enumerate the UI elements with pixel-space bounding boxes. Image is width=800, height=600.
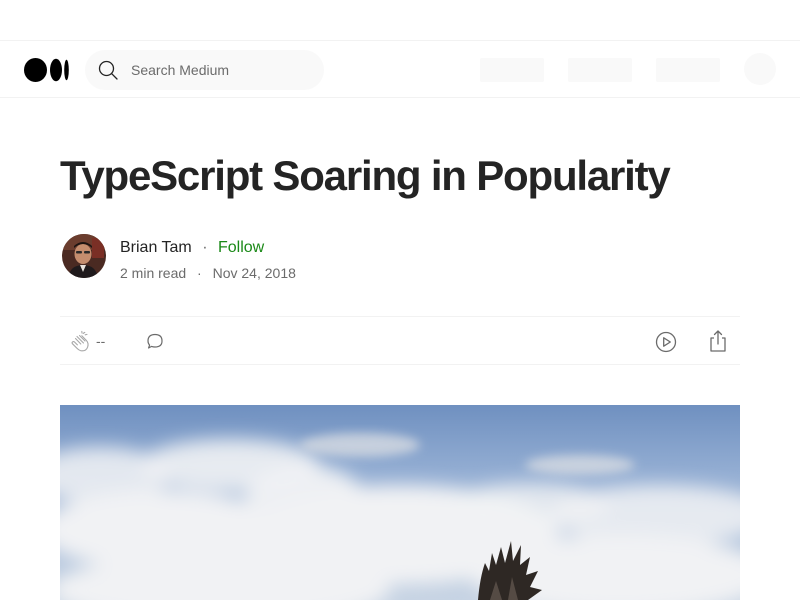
article-action-bar: --	[60, 316, 740, 365]
nav-placeholder-2	[568, 58, 632, 82]
author-name[interactable]: Brian Tam	[120, 239, 192, 256]
soaring-bird-sky-photo	[60, 405, 740, 600]
author-separator: ·	[202, 239, 208, 256]
share-icon[interactable]	[707, 329, 729, 353]
search-bar[interactable]	[85, 50, 324, 90]
search-icon	[98, 60, 118, 80]
clap-count: --	[96, 333, 106, 349]
comment-icon[interactable]	[144, 330, 166, 352]
author-avatar-photo	[62, 234, 106, 278]
hero-image	[60, 405, 740, 600]
read-time: 2 min read	[120, 265, 187, 281]
search-input[interactable]	[131, 50, 316, 90]
publish-date: Nov 24, 2018	[212, 265, 296, 281]
medium-logo-icon[interactable]	[24, 58, 70, 82]
meta-separator: ·	[197, 265, 202, 281]
user-avatar-placeholder[interactable]	[744, 53, 776, 85]
nav-placeholder-1	[480, 58, 544, 82]
article-title: TypeScript Soaring in Popularity	[60, 152, 671, 199]
follow-button[interactable]: Follow	[218, 239, 264, 256]
author-avatar[interactable]	[62, 234, 106, 278]
nav-placeholder-3	[656, 58, 720, 82]
clap-icon[interactable]	[68, 330, 92, 354]
author-line: Brian Tam · Follow	[120, 238, 264, 258]
article-meta: 2 min read · Nov 24, 2018	[120, 264, 296, 282]
top-nav-bar	[0, 40, 800, 98]
play-circle-icon[interactable]	[655, 331, 677, 353]
